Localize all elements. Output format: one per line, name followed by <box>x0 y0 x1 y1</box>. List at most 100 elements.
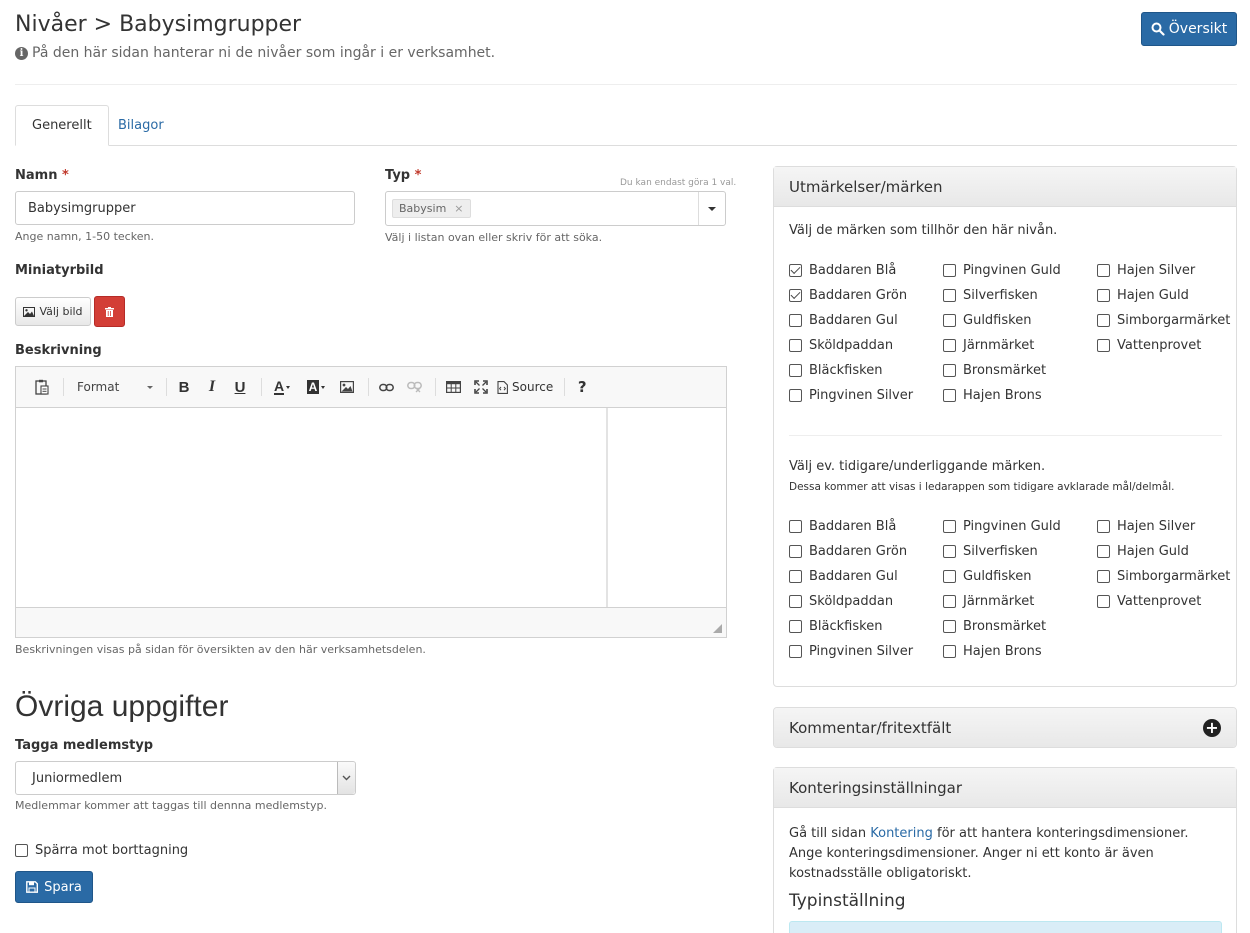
badge-checkbox[interactable]: Pingvinen Silver <box>789 644 913 659</box>
link-button[interactable] <box>374 375 398 399</box>
insert-image-button[interactable] <box>335 375 359 399</box>
badge-checkbox[interactable]: Hajen Silver <box>1097 519 1195 534</box>
badge-checkbox[interactable]: Baddaren Gul <box>789 313 898 328</box>
badge-checkbox[interactable]: Bläckfisken <box>789 363 882 378</box>
member-type-select[interactable]: Juniormedlem <box>15 761 356 795</box>
paste-text-button[interactable] <box>30 375 54 399</box>
unlink-button[interactable] <box>402 375 426 399</box>
checkbox[interactable] <box>789 570 802 583</box>
badge-checkbox[interactable]: Hajen Brons <box>943 644 1042 659</box>
badge-checkbox[interactable]: Bläckfisken <box>789 619 882 634</box>
checkbox[interactable] <box>943 545 956 558</box>
badge-checkbox[interactable]: Järnmärket <box>943 338 1034 353</box>
accounting-panel: Konteringsinställningar Gå till sidan Ko… <box>773 767 1237 933</box>
choose-image-button[interactable]: Välj bild <box>15 297 91 326</box>
format-dropdown[interactable]: Format <box>69 375 157 399</box>
checkbox-checked[interactable] <box>789 264 802 277</box>
badge-checkbox[interactable]: Simborgarmärket <box>1097 313 1230 328</box>
badge-checkbox[interactable]: Baddaren Blå <box>789 263 896 278</box>
checkbox[interactable] <box>789 339 802 352</box>
italic-button[interactable]: I <box>200 375 224 399</box>
checkbox[interactable] <box>943 289 956 302</box>
checkbox[interactable] <box>943 364 956 377</box>
checkbox[interactable] <box>1097 520 1110 533</box>
underline-button[interactable]: U <box>228 375 252 399</box>
checkbox[interactable] <box>1097 289 1110 302</box>
checkbox[interactable] <box>943 264 956 277</box>
kontering-link[interactable]: Kontering <box>870 826 933 841</box>
checkbox[interactable] <box>943 339 956 352</box>
checkbox[interactable] <box>1097 570 1110 583</box>
badge-checkbox[interactable]: Baddaren Blå <box>789 519 896 534</box>
badge-checkbox[interactable]: Silverfisken <box>943 288 1038 303</box>
checkbox[interactable] <box>789 520 802 533</box>
type-select-toggle[interactable] <box>698 192 719 225</box>
checkbox[interactable] <box>943 314 956 327</box>
checkbox[interactable] <box>943 620 956 633</box>
name-input[interactable]: Babysimgrupper <box>15 191 355 225</box>
checkbox[interactable] <box>1097 264 1110 277</box>
background-color-button[interactable]: A <box>301 375 331 399</box>
table-button[interactable] <box>441 375 465 399</box>
badge-checkbox[interactable]: Guldfisken <box>943 313 1031 328</box>
badge-checkbox[interactable]: Vattenprovet <box>1097 338 1201 353</box>
badge-checkbox[interactable]: Bronsmärket <box>943 363 1046 378</box>
badge-checkbox[interactable]: Pingvinen Guld <box>943 519 1061 534</box>
checkbox[interactable] <box>789 364 802 377</box>
badge-checkbox[interactable]: Bronsmärket <box>943 619 1046 634</box>
plus-circle-icon[interactable]: + <box>1203 718 1221 737</box>
badge-checkbox[interactable]: Guldfisken <box>943 569 1031 584</box>
checkbox[interactable] <box>943 595 956 608</box>
badge-checkbox[interactable]: Simborgarmärket <box>1097 569 1230 584</box>
text-color-button[interactable]: A <box>267 375 297 399</box>
editor-content-area[interactable] <box>16 408 608 608</box>
checkbox[interactable] <box>1097 595 1110 608</box>
checkbox[interactable] <box>789 389 802 402</box>
checkbox[interactable] <box>1097 545 1110 558</box>
description-label: Beskrivning <box>15 343 102 358</box>
checkbox[interactable] <box>943 520 956 533</box>
badge-checkbox[interactable]: Järnmärket <box>943 594 1034 609</box>
help-button[interactable]: ? <box>570 375 594 399</box>
checkbox[interactable] <box>943 389 956 402</box>
tab-bilagor[interactable]: Bilagor <box>102 105 180 146</box>
badge-checkbox[interactable]: Pingvinen Silver <box>789 388 913 403</box>
checkbox[interactable] <box>789 314 802 327</box>
checkbox[interactable] <box>789 595 802 608</box>
overview-button[interactable]: Översikt <box>1141 12 1237 46</box>
checkbox[interactable] <box>789 645 802 658</box>
badge-checkbox[interactable]: Silverfisken <box>943 544 1038 559</box>
badge-checkbox[interactable]: Sköldpaddan <box>789 338 893 353</box>
badge-checkbox[interactable]: Vattenprovet <box>1097 594 1201 609</box>
badge-checkbox[interactable]: Pingvinen Guld <box>943 263 1061 278</box>
comment-panel[interactable]: Kommentar/fritextfält + <box>773 707 1237 748</box>
checkbox[interactable] <box>943 645 956 658</box>
save-button[interactable]: Spara <box>15 871 93 903</box>
badge-checkbox[interactable]: Baddaren Grön <box>789 544 907 559</box>
source-button[interactable]: Source <box>497 375 555 399</box>
badge-checkbox[interactable]: Hajen Silver <box>1097 263 1195 278</box>
checkbox-checked[interactable] <box>789 289 802 302</box>
checkbox[interactable] <box>789 620 802 633</box>
checkbox[interactable] <box>789 545 802 558</box>
comment-panel-header[interactable]: Kommentar/fritextfält + <box>774 708 1236 747</box>
checkbox[interactable] <box>15 844 28 857</box>
badge-checkbox[interactable]: Hajen Guld <box>1097 544 1189 559</box>
type-select[interactable]: Babysim × <box>385 191 726 226</box>
maximize-button[interactable] <box>469 375 493 399</box>
delete-image-button[interactable] <box>94 296 125 327</box>
lock-delete-checkbox[interactable]: Spärra mot borttagning <box>15 843 188 858</box>
badge-checkbox[interactable]: Hajen Guld <box>1097 288 1189 303</box>
checkbox[interactable] <box>1097 339 1110 352</box>
badge-checkbox[interactable]: Baddaren Gul <box>789 569 898 584</box>
badge-checkbox[interactable]: Hajen Brons <box>943 388 1042 403</box>
member-type-toggle[interactable] <box>337 762 355 794</box>
badge-checkbox[interactable]: Baddaren Grön <box>789 288 907 303</box>
tag-remove-icon[interactable]: × <box>454 202 463 215</box>
checkbox[interactable] <box>1097 314 1110 327</box>
badge-checkbox[interactable]: Sköldpaddan <box>789 594 893 609</box>
checkbox[interactable] <box>943 570 956 583</box>
bold-button[interactable]: B <box>172 375 196 399</box>
resize-handle-icon[interactable] <box>713 624 722 633</box>
tab-generellt[interactable]: Generellt <box>15 105 109 146</box>
